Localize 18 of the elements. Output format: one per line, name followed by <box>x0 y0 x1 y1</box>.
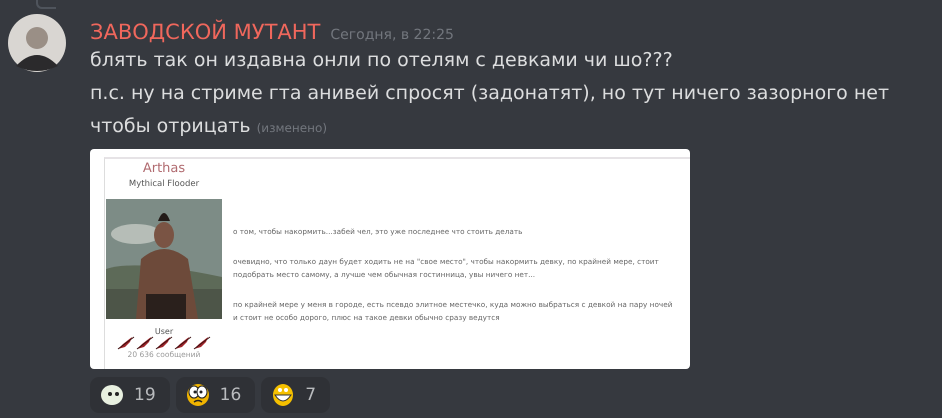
reaction-button[interactable]: 19 <box>90 377 170 413</box>
reply-connector <box>36 0 56 9</box>
forum-username: Arthas <box>142 161 186 176</box>
edited-label: (изменено) <box>256 121 328 135</box>
author-name[interactable]: ЗАВОДСКОЙ МУТАНТ <box>90 20 320 44</box>
message-text: блять так он издавна онли по отелям с девками чи шо??? <box>90 48 674 73</box>
grinning-emoji-icon <box>271 383 296 407</box>
user-role: User <box>154 327 174 336</box>
image-attachment[interactable] <box>90 149 690 369</box>
eyes-emoji-icon <box>100 383 124 407</box>
reaction-button[interactable]: 16 <box>176 377 256 413</box>
message-text: чтобы отрицать <box>90 114 251 139</box>
message-text: п.с. ну на стриме гта анивей спросят (задонатят), но тут ничего зазорного нет <box>90 81 890 106</box>
avatar-icon[interactable] <box>8 14 66 72</box>
user-title: Mythical Flooder <box>128 179 200 189</box>
reaction-button[interactable]: 7 <box>261 377 330 413</box>
shocked-emoji-icon <box>186 383 210 407</box>
timestamp: Сегодня, в 22:25 <box>330 27 454 43</box>
